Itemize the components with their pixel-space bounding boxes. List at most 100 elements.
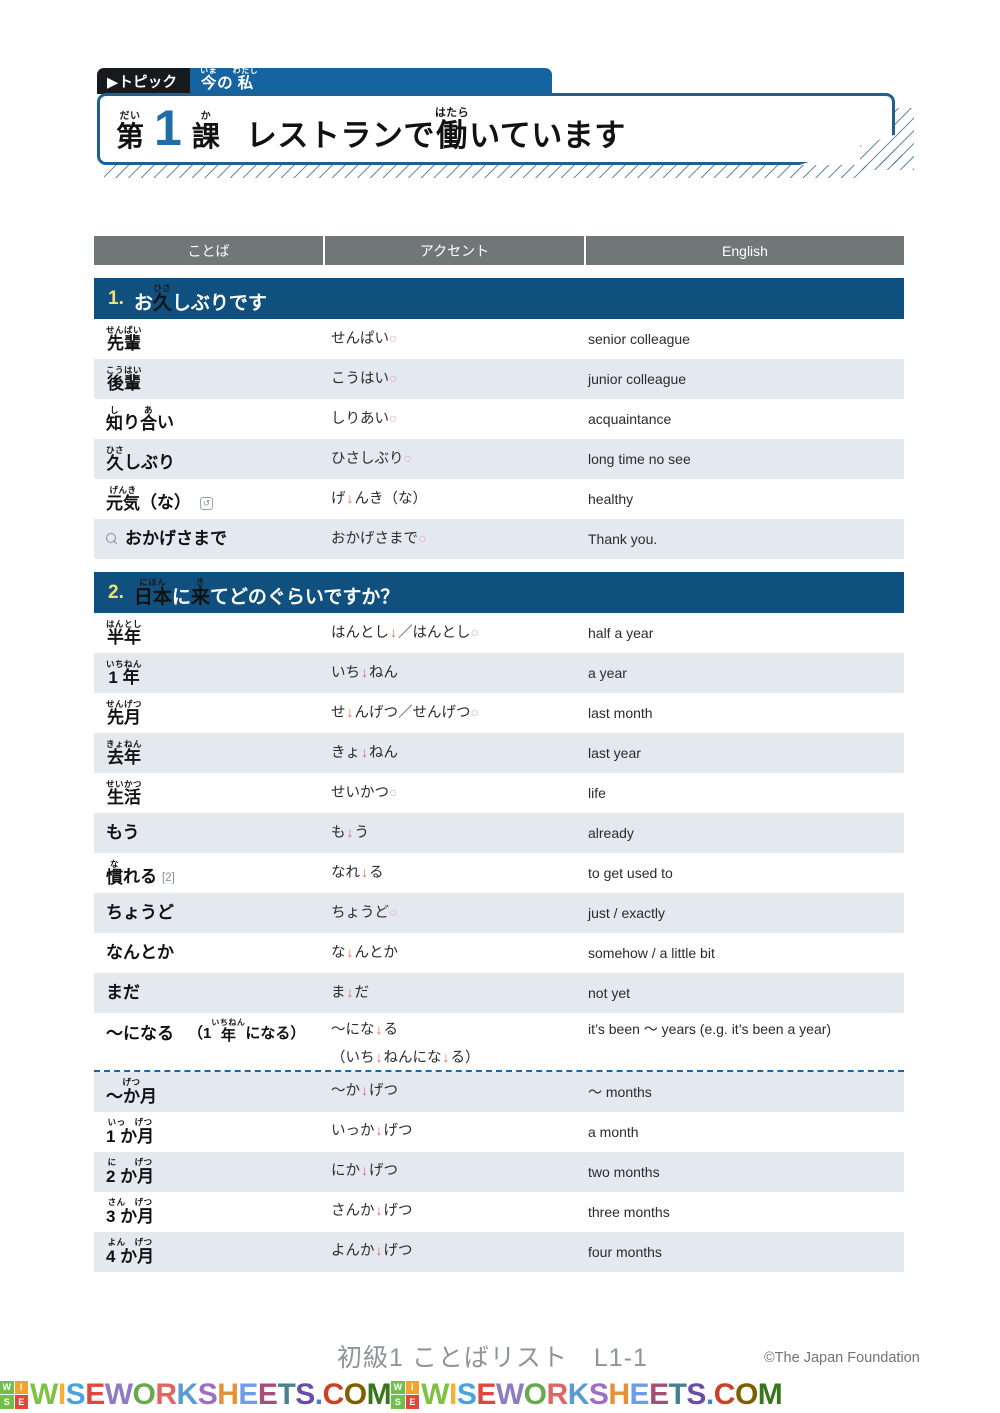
cell-english: senior colleague (588, 331, 690, 347)
table-row: いっ げつ 1 か月 いっか↓げつ a month (94, 1111, 904, 1152)
watermark-unit: W I S E WISEWORKSHEETS.COM (391, 1377, 783, 1412)
table-row: げつ 〜か月 〜か↓げつ〜 months (94, 1071, 904, 1112)
watermark-letter: K (567, 1377, 590, 1411)
cell-english: somehow / a little bit (588, 945, 715, 961)
verb-group-marker: [2] (162, 872, 175, 885)
table-row: せんぱい 先輩 せんぱい○ senior colleague (94, 319, 904, 359)
cell-english: three months (588, 1203, 670, 1220)
lesson-number: 1 (154, 99, 182, 156)
watermark-letter: H (217, 1377, 239, 1411)
table-row: もう も↓う already (94, 813, 904, 853)
word-text: よん げつ 4 か月 (106, 1238, 154, 1265)
section-number: 2. (108, 582, 124, 603)
accent-kana: よんか (331, 1243, 375, 1260)
accent-kana: う (354, 824, 370, 841)
word-furigana: な (109, 858, 119, 869)
word-okurigana: （な） (140, 493, 191, 513)
accent-kana: る） (450, 1049, 480, 1066)
word-kanji-2: 合 (140, 414, 157, 434)
topic-ruby-2: わたし (232, 65, 259, 75)
cell-accent: はんとし↓／はんとし○ (323, 622, 584, 645)
table-row: せいかつ 生活 せいかつ○ life (94, 773, 904, 813)
cell-english: last month (588, 705, 653, 721)
word-text: せんげつ 先月 (106, 700, 142, 727)
topic-title: いま 今 の わたし 私 (200, 65, 259, 94)
cell-accent: にか↓げつ (323, 1160, 584, 1183)
accent-kana: な (331, 944, 346, 961)
cell-english: it’s been 〜 years (e.g. it’s been a year… (588, 1021, 832, 1037)
accent-kana: げつ (369, 1083, 398, 1100)
table-row: な慣れる [2] なれ↓る to get used to (94, 853, 904, 893)
cell-accent: いち↓ねん (323, 662, 584, 685)
cell-accent: きょ↓ねん (323, 742, 584, 765)
section-header-2: 2. にほん 日本にき来てどのぐらいですか？ (94, 572, 904, 613)
table-row: し知りあ合いしりあい○ acquaintance (94, 399, 904, 439)
accent-kana: んげつ／せんげつ (354, 704, 471, 721)
word-text: せんぱい 先輩 (106, 326, 142, 353)
section-title-ruby-group-1: にほん 日本 (134, 578, 172, 607)
cell-accent: おかげさまで○ (323, 528, 584, 551)
section-number: 1. (108, 288, 124, 309)
word-furigana: きょねん (106, 738, 143, 749)
cell-english: acquaintance (588, 411, 672, 427)
sections-container: 1. おひさ久しぶりです せんぱい 先輩 せんぱい○ senior colleague こう… (94, 278, 904, 1272)
accent-kana: んき（な） (354, 490, 428, 507)
wiseworksheets-logo-icon: WISE (0, 1380, 28, 1409)
accent-drop-mark: ↓ (375, 1122, 383, 1139)
watermark-letter: S (65, 1377, 86, 1411)
lesson-title-part1: レストランで (245, 117, 435, 153)
accent-drop-mark: ↓ (442, 1048, 450, 1065)
cell-word: せんげつ 先月 (94, 700, 323, 727)
word-okurigana-2: い (157, 413, 174, 433)
word-text: せいかつ 生活 (106, 780, 142, 807)
watermark-letter: R (546, 1377, 569, 1411)
cell-accent: いっか↓げつ (323, 1120, 584, 1143)
lesson-ka: か 課 (192, 111, 220, 151)
watermark-letter: S (588, 1377, 609, 1411)
accent-kana: せんぱい (331, 330, 389, 347)
word-furigana: に げつ (107, 1157, 153, 1168)
word-furigana-2: あ (143, 404, 153, 415)
example-kanji: 年 (220, 1027, 236, 1044)
accent-kana: おかげさまで (331, 530, 418, 547)
word-ruby-group: いっ げつ 1 か月 (106, 1118, 154, 1145)
word-kanji: 生活 (107, 788, 141, 808)
word-kanji: 〜か月 (106, 1086, 157, 1106)
word-ruby-group: に げつ 2 か月 (106, 1158, 154, 1185)
section-title-part2: てどのぐらいですか？ (209, 586, 400, 608)
cell-accent: せ↓んげつ／せんげつ○ (323, 702, 584, 725)
example-part2: になる） (245, 1025, 306, 1042)
accent-flat-mark: ○ (470, 703, 479, 720)
example-part1: （1 (188, 1025, 212, 1042)
lesson-title-ruby: はたら (434, 106, 470, 119)
word-kanji: 先輩 (107, 334, 141, 354)
example-ruby-group: いちねん年 (211, 1018, 246, 1044)
topic-tab: ▶トピック (97, 68, 191, 94)
wiseworksheets-logo-icon: WISE (391, 1380, 420, 1409)
word-text: に げつ 2 か月 (106, 1158, 154, 1185)
cell-english: half a year (588, 625, 654, 641)
watermark-letter: R (155, 1377, 177, 1411)
cell-word: に げつ 2 か月 (94, 1158, 323, 1185)
word-okurigana: れる (123, 867, 157, 887)
table-row: きょねん 去年 きょ↓ねん last year (94, 733, 904, 773)
word-kanji: 元気 (106, 494, 140, 514)
watermark-unit: W I S E WISEWORKSHEETS.COM (0, 1377, 392, 1412)
accent-kana: さんか (331, 1203, 375, 1220)
column-header-accent: アクセント (323, 236, 584, 265)
accent-kana: ねんにな (383, 1049, 442, 1066)
word-text: なんとか (106, 944, 174, 962)
cell-word: さん げつ 3 か月 (94, 1198, 323, 1225)
accent-kana: いち (331, 664, 360, 681)
section-title-kanji: 久 (152, 292, 172, 314)
cell-accent: ひさしぶり○ (323, 448, 584, 471)
accent-kana: ま (331, 984, 346, 1001)
cell-accent: げ↓んき（な） (323, 488, 584, 511)
example-furigana: いちねん (211, 1018, 246, 1027)
lesson-title-banner: だい 第 1 か 課 レストランで はたら 働 いています (97, 93, 895, 165)
cell-english: already (588, 825, 634, 841)
word-text: ひさ久しぶり (106, 446, 175, 473)
accent-drop-mark: ↓ (361, 663, 368, 680)
cell-accent: 〜にな↓る （いち↓ねんにな↓る） (323, 1019, 584, 1070)
section-title-furigana-1: にほん (139, 577, 167, 588)
